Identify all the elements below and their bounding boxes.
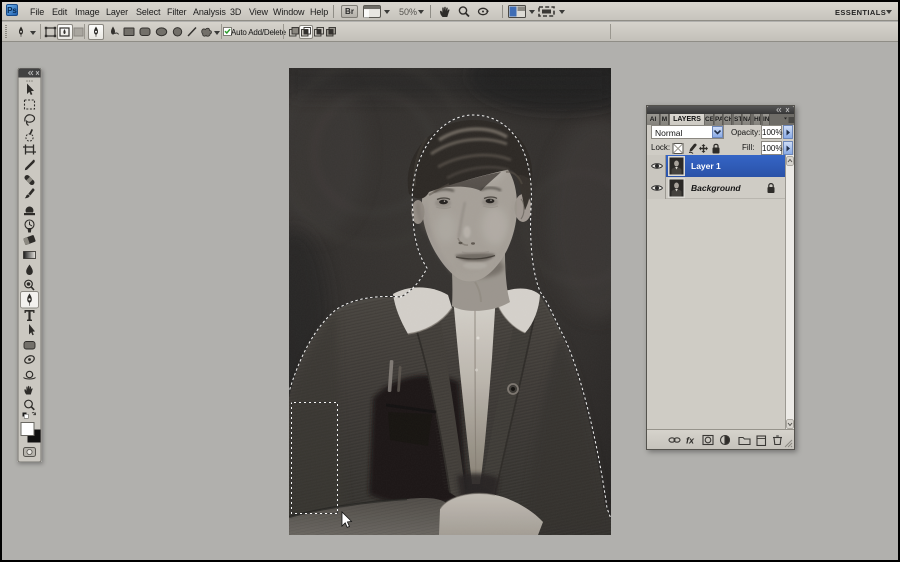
svg-text:fx: fx [686, 436, 695, 446]
